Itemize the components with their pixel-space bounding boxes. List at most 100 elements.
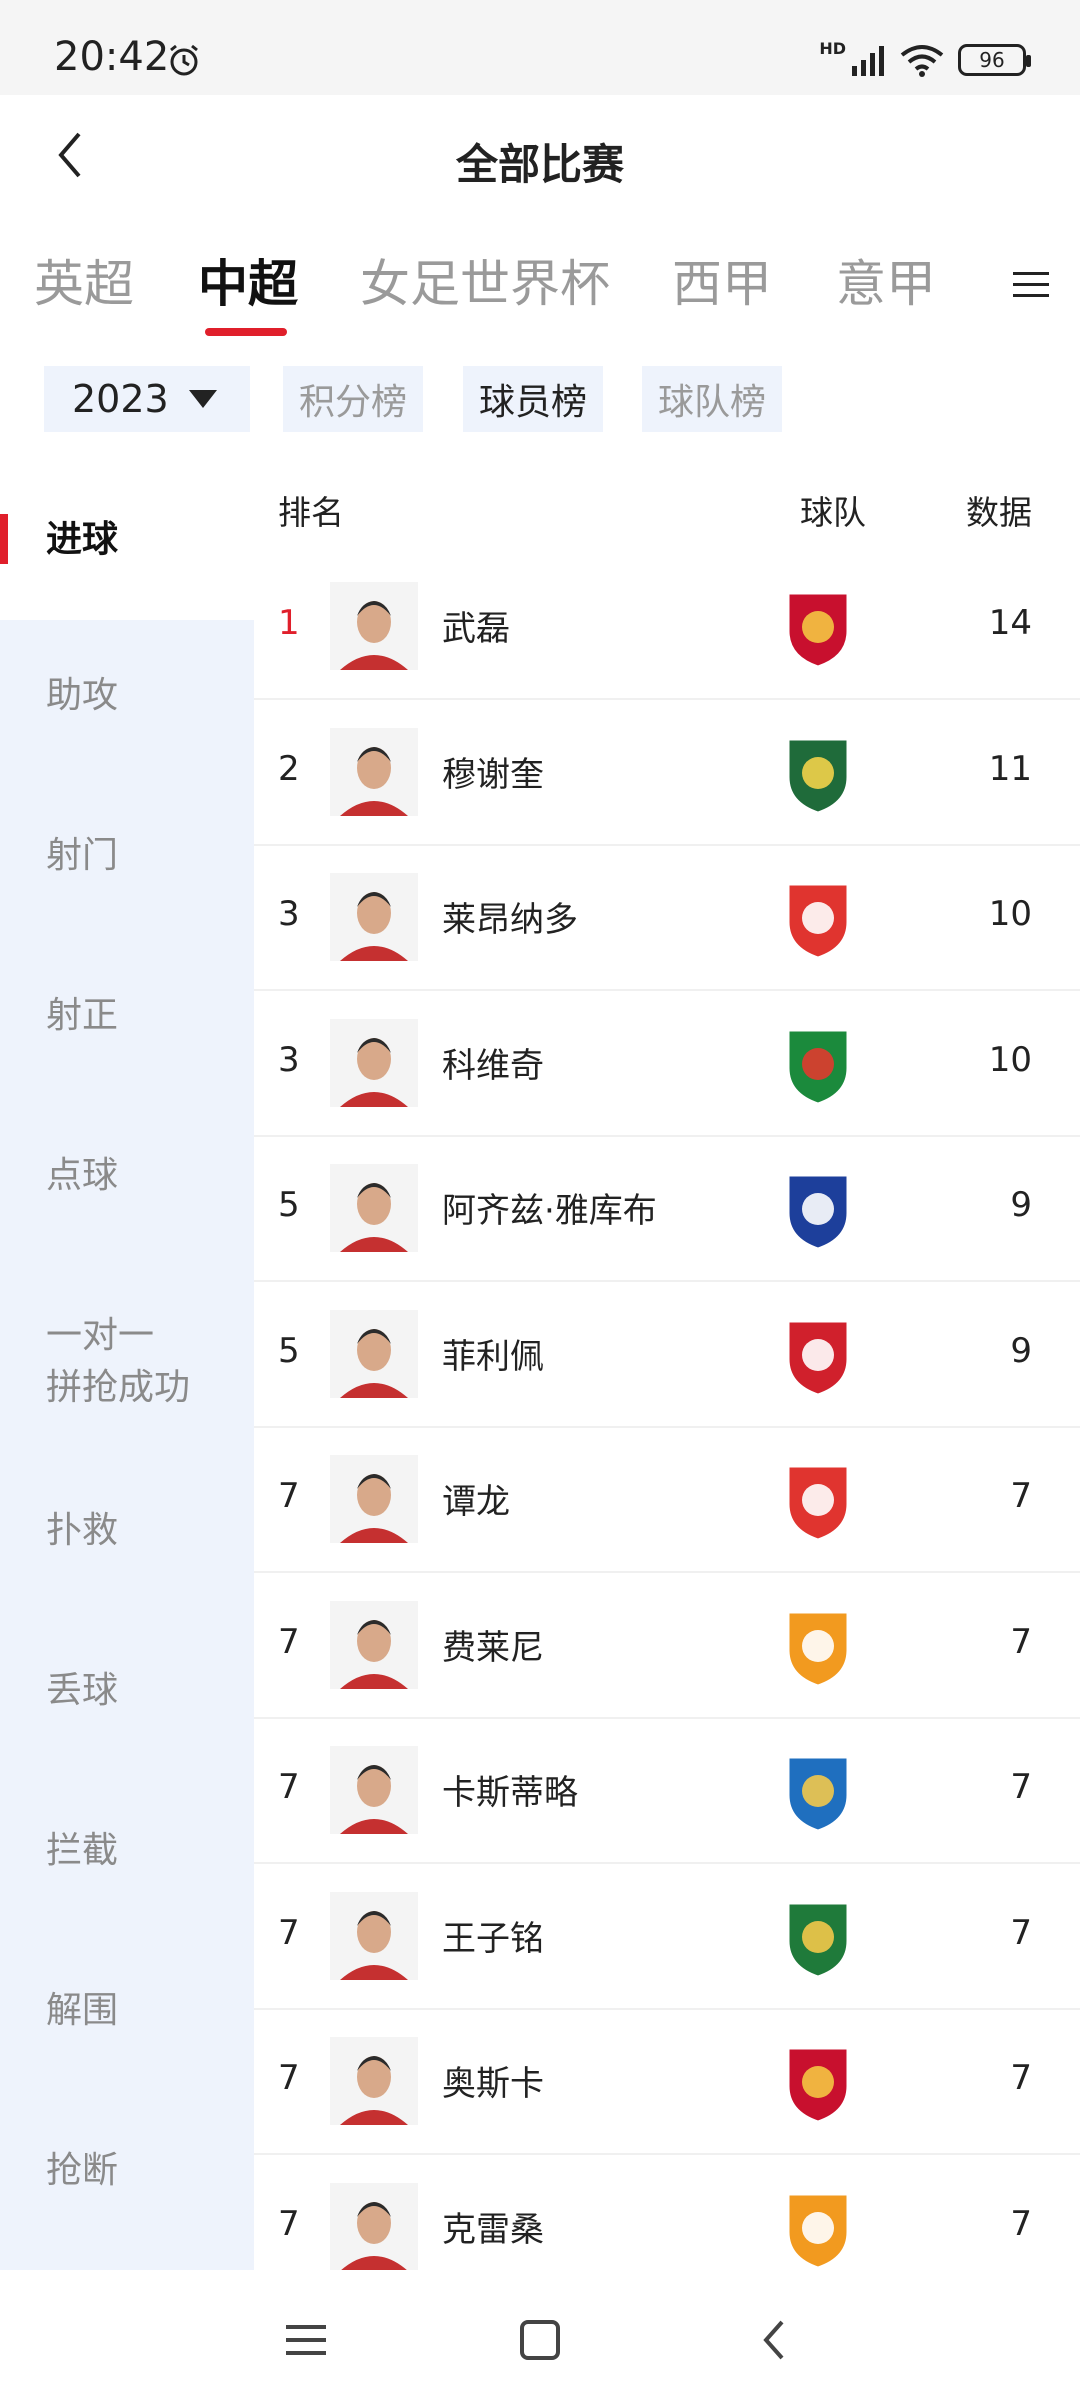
table-row[interactable]: 5 菲利佩 9 [254,1283,1080,1428]
tianjin-jinmen-tiger-logo-icon[interactable] [774,1165,862,1253]
player-rank: 7 [278,1912,300,1953]
recent-apps-button[interactable] [276,2310,336,2370]
player-name[interactable]: 费莱尼 [442,1620,544,1669]
goals-value: 7 [1010,1621,1032,1662]
menu-button[interactable] [1004,258,1058,312]
table-row[interactable]: 2 穆谢奎 11 [254,701,1080,846]
player-avatar [330,582,418,670]
tab-csl[interactable]: 中超 [198,244,298,316]
table-row[interactable]: 3 科维奇 10 [254,992,1080,1137]
player-rankings-chip[interactable]: 球员榜 [463,366,604,432]
status-time: 20:42 [54,34,170,80]
zhejiang-logo-icon[interactable] [774,729,862,817]
player-name[interactable]: 奥斯卡 [442,2056,544,2105]
home-button[interactable] [510,2310,570,2370]
sidebar-item-clearances[interactable]: 解围 [0,1985,254,2037]
tab-womens-world-cup[interactable]: 女足世界杯 [360,244,610,316]
sidebar-item-tackles[interactable]: 抢断 [0,2145,254,2197]
stat-category-sidebar: 进球 助攻 射门 射正 点球 一对一 拼抢成功 扑救 丢球 拦截 解围 抢断 [0,460,254,2270]
status-icons: HD 96 [819,39,1031,80]
player-name[interactable]: 莱昂纳多 [442,892,578,941]
player-avatar [330,1018,418,1107]
team-rankings-chip[interactable]: 球队榜 [642,366,783,432]
changchun-yatai-logo-icon[interactable] [774,874,862,962]
henan-logo-icon[interactable] [774,1020,862,1108]
player-rank: 3 [278,1039,300,1080]
goals-value: 7 [1010,2058,1032,2098]
standings-chip[interactable]: 积分榜 [283,366,424,432]
goals-value: 7 [1010,2203,1032,2244]
shanghai-port-logo-icon[interactable] [774,583,862,671]
player-avatar [330,1455,418,1543]
player-rank: 7 [278,1621,300,1662]
player-avatar [330,1164,418,1252]
tab-la-liga[interactable]: 西甲 [672,244,772,316]
player-avatar [330,2037,418,2125]
table-row[interactable]: 7 奥斯卡 7 [254,2010,1080,2155]
player-name[interactable]: 科维奇 [442,1038,544,1087]
sidebar-item-shots-on-target[interactable]: 射正 [0,990,254,1042]
player-name[interactable]: 克雷桑 [442,2202,544,2251]
signal-icon [852,46,884,76]
sidebar-item-saves[interactable]: 扑救 [0,1505,254,1557]
player-name[interactable]: 王子铭 [442,1911,544,1960]
player-name[interactable]: 谭龙 [442,1474,510,1523]
player-name[interactable]: 武磊 [442,601,510,650]
sidebar-item-shots[interactable]: 射门 [0,830,254,882]
wifi-icon [900,45,944,77]
player-name[interactable]: 穆谢奎 [442,747,544,796]
shandong-taishan-logo-icon[interactable] [774,1602,862,1690]
sidebar-item-penalties[interactable]: 点球 [0,1150,254,1202]
table-row[interactable]: 7 王子铭 7 [254,1865,1080,2010]
square-home-icon [520,2320,560,2360]
goals-value: 10 [988,1039,1032,1080]
player-name[interactable]: 阿齐兹·雅库布 [442,1183,657,1232]
player-rank: 2 [278,748,300,789]
season-value: 2023 [72,377,169,421]
table-row[interactable]: 7 费莱尼 7 [254,1574,1080,1719]
battery-indicator: 96 [958,44,1031,76]
table-row[interactable]: 1 武磊 14 [254,555,1080,700]
app-header: 全部比赛 [0,95,1080,215]
table-row[interactable]: 7 谭龙 7 [254,1428,1080,1573]
player-rank: 7 [278,2203,300,2244]
shandong-taishan-logo-icon[interactable] [774,2184,862,2272]
tab-serie-a[interactable]: 意甲 [836,244,936,316]
table-header: 排名 球队 数据 [254,470,1080,550]
sidebar-item-goals-conceded[interactable]: 丢球 [0,1665,254,1717]
changchun-yatai-logo-icon[interactable] [774,1456,862,1544]
player-avatar [330,727,418,816]
shanghai-port-logo-icon[interactable] [774,2038,862,2126]
table-row[interactable]: 5 阿齐兹·雅库布 9 [254,1137,1080,1282]
system-back-button[interactable] [744,2310,804,2370]
player-rank: 5 [278,1330,300,1371]
alarm-icon [170,44,198,76]
nantong-zhiyun-logo-icon[interactable] [774,1747,862,1835]
goals-value: 9 [1010,1185,1032,1225]
sidebar-active-indicator [0,514,8,564]
goals-value: 9 [1010,1330,1032,1371]
sidebar-item-assists[interactable]: 助攻 [0,670,254,722]
beijing-guoan-logo-icon[interactable] [774,1893,862,1981]
header-team: 球队 [800,493,866,532]
battery-level: 96 [979,48,1005,72]
sidebar-item-interceptions[interactable]: 拦截 [0,1825,254,1877]
player-avatar [330,1891,418,1980]
table-row[interactable]: 3 莱昂纳多 10 [254,846,1080,991]
player-rank: 7 [278,1476,300,1516]
player-avatar [330,1746,418,1834]
player-name[interactable]: 菲利佩 [442,1329,544,1378]
player-rank: 5 [278,1185,300,1225]
player-avatar [330,1309,418,1398]
goals-value: 7 [1010,1912,1032,1953]
season-selector[interactable]: 2023 [44,366,250,432]
sidebar-item-label: 进球 [46,519,119,560]
chengdu-rongcheng-logo-icon[interactable] [774,1311,862,1399]
sidebar-item-goals[interactable]: 进球 [0,460,254,620]
page-title: 全部比赛 [455,140,624,189]
table-row[interactable]: 7 卡斯蒂略 7 [254,1719,1080,1864]
tab-premier-league[interactable]: 英超 [34,244,134,316]
sidebar-item-duels-won[interactable]: 一对一 拼抢成功 [0,1310,254,1414]
header-data: 数据 [966,493,1032,532]
player-name[interactable]: 卡斯蒂略 [442,1765,578,1814]
